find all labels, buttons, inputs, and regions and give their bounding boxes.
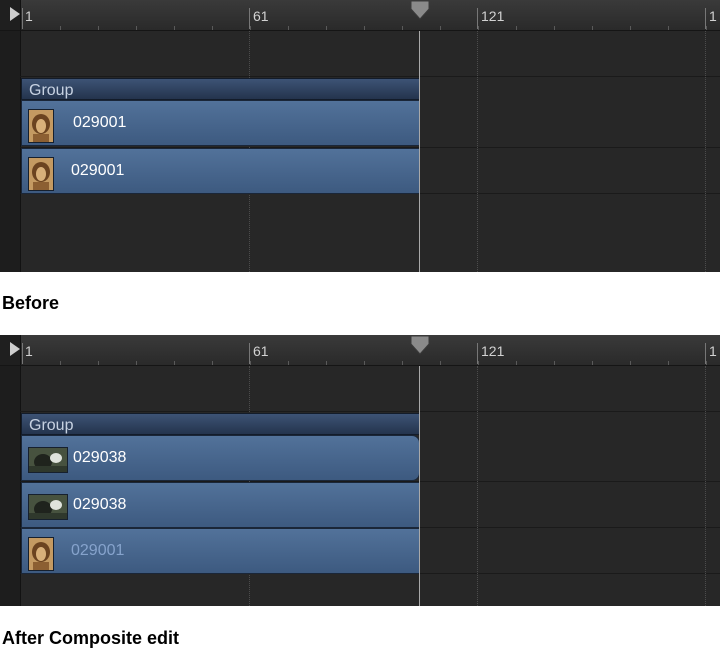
ruler-minor-tick bbox=[668, 361, 669, 365]
ruler-minor-tick bbox=[402, 26, 403, 30]
ruler-minor-tick bbox=[554, 26, 555, 30]
ruler-minor-tick bbox=[98, 361, 99, 365]
ruler-minor-tick bbox=[60, 26, 61, 30]
ruler-label: 1 bbox=[25, 343, 33, 359]
ruler-minor-tick bbox=[212, 361, 213, 365]
track-divider bbox=[20, 411, 720, 412]
timeline-ruler[interactable]: 1 61 121 1 bbox=[0, 0, 720, 31]
ruler-minor-tick bbox=[288, 361, 289, 365]
group-label: Group bbox=[29, 417, 74, 434]
lion-thumbnail-icon bbox=[28, 157, 54, 191]
ruler-minor-tick bbox=[250, 361, 251, 365]
ruler-label: 121 bbox=[481, 343, 505, 359]
ruler-minor-tick bbox=[706, 361, 707, 365]
ruler-minor-tick bbox=[440, 361, 441, 365]
timeline-panel-before: 1 61 121 1 Group 029001 029001 bbox=[0, 0, 720, 272]
clip-name: 029038 bbox=[73, 496, 127, 513]
track-area: Group 029001 029001 bbox=[0, 31, 720, 272]
ruler-minor-tick bbox=[668, 26, 669, 30]
grid-line bbox=[477, 366, 478, 606]
ruler-handle bbox=[0, 0, 21, 30]
play-marker-icon bbox=[10, 7, 20, 21]
ruler-minor-tick bbox=[174, 361, 175, 365]
track-gutter bbox=[0, 366, 21, 606]
ruler-minor-tick bbox=[174, 26, 175, 30]
ruler-label: 61 bbox=[253, 343, 269, 359]
caption-after: After Composite edit bbox=[2, 628, 180, 648]
ruler-minor-tick bbox=[60, 361, 61, 365]
clip-name: 029038 bbox=[73, 449, 127, 466]
clip-bar[interactable]: 029001 bbox=[21, 100, 420, 146]
ruler-minor-tick bbox=[592, 361, 593, 365]
playhead-line bbox=[419, 31, 420, 272]
clip-bar[interactable]: 029001 bbox=[21, 528, 420, 574]
lion-thumbnail-icon bbox=[28, 109, 54, 143]
ruler-minor-tick bbox=[706, 26, 707, 30]
ruler-minor-tick bbox=[402, 361, 403, 365]
clip-name: 029001 bbox=[73, 114, 127, 131]
track-area: Group 029038 029038 029001 bbox=[0, 366, 720, 606]
ruler-minor-tick bbox=[630, 26, 631, 30]
group-track[interactable]: Group bbox=[21, 78, 420, 100]
ruler-minor-tick bbox=[250, 26, 251, 30]
group-track[interactable]: Group bbox=[21, 413, 420, 435]
ruler-label: 1 bbox=[25, 8, 33, 24]
ruler-label: 61 bbox=[253, 8, 269, 24]
ruler-label: 1 bbox=[709, 8, 717, 24]
gorilla-thumbnail-icon bbox=[28, 447, 68, 473]
track-gutter bbox=[0, 31, 21, 272]
ruler-minor-tick bbox=[478, 361, 479, 365]
timeline-panel-after: 1 61 121 1 Group 029038 029038 029001 bbox=[0, 335, 720, 606]
playhead-line bbox=[419, 366, 420, 606]
clip-bar[interactable]: 029038 bbox=[21, 435, 420, 481]
grid-line bbox=[477, 31, 478, 272]
clip-name: 029001 bbox=[71, 162, 125, 179]
ruler-minor-tick bbox=[326, 361, 327, 365]
ruler-minor-tick bbox=[478, 26, 479, 30]
ruler-minor-tick bbox=[364, 26, 365, 30]
ruler-minor-tick bbox=[326, 26, 327, 30]
ruler-minor-tick bbox=[98, 26, 99, 30]
ruler-minor-tick bbox=[516, 361, 517, 365]
play-marker-icon bbox=[10, 342, 20, 356]
grid-line bbox=[705, 31, 706, 272]
track-divider bbox=[20, 76, 720, 77]
ruler-handle bbox=[0, 335, 21, 365]
ruler-label: 121 bbox=[481, 8, 505, 24]
ruler-minor-tick bbox=[364, 361, 365, 365]
lion-thumbnail-icon bbox=[28, 537, 54, 571]
ruler-minor-tick bbox=[288, 26, 289, 30]
ruler-tick bbox=[22, 8, 23, 29]
clip-bar[interactable]: 029001 bbox=[21, 148, 420, 194]
playhead-icon[interactable] bbox=[410, 0, 430, 20]
ruler-minor-tick bbox=[440, 26, 441, 30]
ruler-minor-tick bbox=[136, 361, 137, 365]
ruler-minor-tick bbox=[212, 26, 213, 30]
ruler-label: 1 bbox=[709, 343, 717, 359]
playhead-icon[interactable] bbox=[410, 335, 430, 355]
gorilla-thumbnail-icon bbox=[28, 494, 68, 520]
caption-before: Before bbox=[2, 293, 60, 313]
grid-line bbox=[705, 366, 706, 606]
clip-bar[interactable]: 029038 bbox=[21, 482, 420, 528]
ruler-minor-tick bbox=[630, 361, 631, 365]
clip-name: 029001 bbox=[71, 542, 125, 559]
ruler-minor-tick bbox=[516, 26, 517, 30]
ruler-minor-tick bbox=[554, 361, 555, 365]
timeline-ruler[interactable]: 1 61 121 1 bbox=[0, 335, 720, 366]
ruler-tick bbox=[22, 343, 23, 364]
ruler-minor-tick bbox=[136, 26, 137, 30]
group-label: Group bbox=[29, 82, 74, 99]
ruler-minor-tick bbox=[592, 26, 593, 30]
